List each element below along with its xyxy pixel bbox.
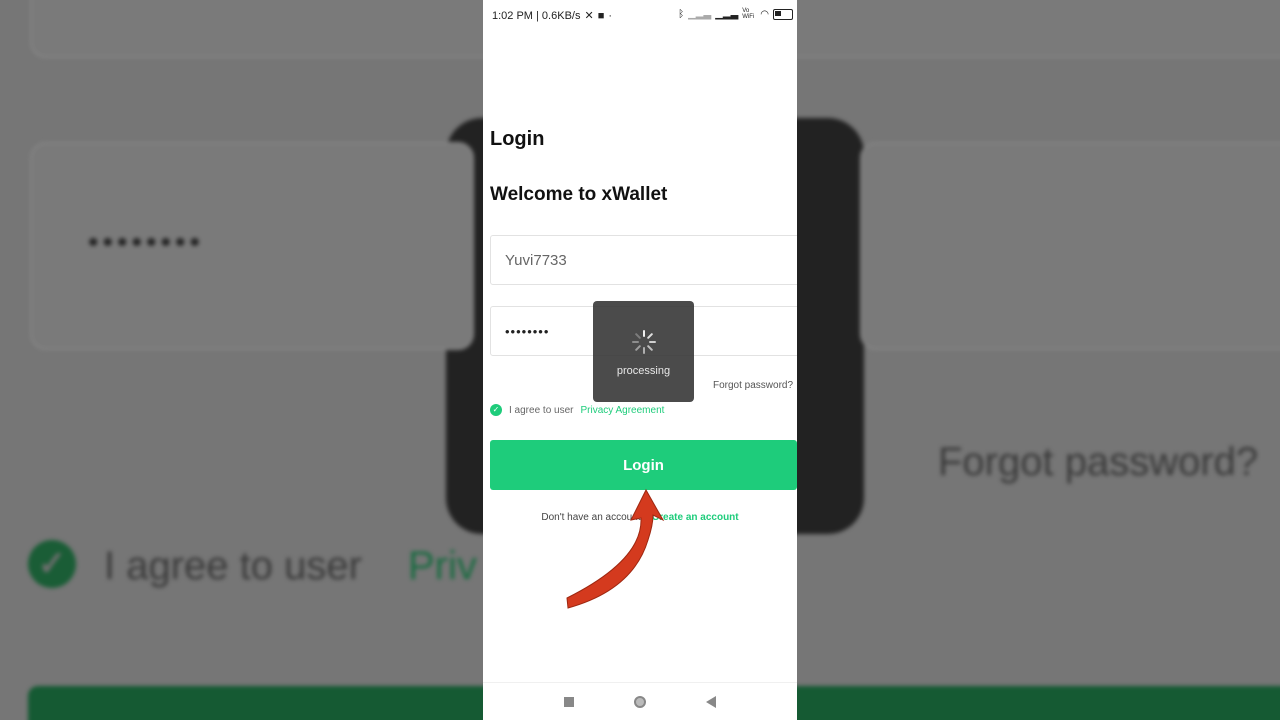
agreement-row: ✓ I agree to user Privacy Agreement — [490, 404, 664, 416]
login-button[interactable]: Login — [490, 440, 797, 490]
battery-icon — [773, 8, 793, 20]
bg-password-field-right — [860, 142, 1280, 350]
no-account-text: Don't have an account? — [541, 512, 647, 523]
password-value: •••••••• — [505, 323, 550, 339]
spinner-icon — [631, 330, 656, 354]
signup-row: Don't have an account? Create an account — [483, 512, 797, 523]
signal-icon: ▁▂▃ — [688, 8, 712, 20]
privacy-agreement-link[interactable]: Privacy Agreement — [580, 405, 664, 416]
wifi-icon: ◠ — [760, 8, 769, 20]
processing-toast: processing — [593, 301, 694, 402]
recents-icon[interactable] — [564, 697, 574, 707]
forgot-password-link[interactable]: Forgot password? — [713, 380, 793, 391]
bg-privacy-text: Priv — [408, 544, 477, 588]
bg-check-icon: ✓ — [28, 540, 76, 588]
bg-forgot-password: Forgot password? — [938, 440, 1259, 484]
bluetooth-icon: ᛒ — [678, 8, 685, 20]
status-time-speed: 1:02 PM | 0.6KB/s — [492, 9, 581, 22]
username-value: Yuvi7733 — [505, 251, 567, 269]
welcome-heading: Welcome to xWallet — [490, 184, 668, 205]
bg-agree-text: I agree to user — [104, 544, 362, 588]
bg-password-dots: •••••••• — [88, 226, 205, 259]
agree-text: I agree to user — [509, 404, 574, 416]
phone-screen: 1:02 PM | 0.6KB/s ✕ ■ · ᛒ ▁▂▃ ▁▂▃ Vo WiF… — [483, 0, 797, 720]
status-bar: 1:02 PM | 0.6KB/s ✕ ■ · ᛒ ▁▂▃ ▁▂▃ Vo WiF… — [483, 0, 797, 30]
navigation-bar — [483, 682, 797, 720]
username-input[interactable]: Yuvi7733 — [490, 235, 797, 285]
home-icon[interactable] — [634, 696, 646, 708]
back-icon[interactable] — [706, 696, 716, 708]
mute-icon: ✕ — [584, 10, 594, 22]
signal-icon: ▁▂▃ — [715, 8, 739, 20]
dot-icon: · — [608, 9, 613, 22]
page-title: Login — [490, 128, 545, 150]
vowifi-label: Vo WiFi — [742, 8, 755, 20]
create-account-link[interactable]: Create an account — [652, 512, 739, 523]
agree-checkbox-icon[interactable]: ✓ — [490, 404, 502, 416]
video-icon: ■ — [597, 9, 605, 22]
processing-text: processing — [616, 365, 671, 377]
